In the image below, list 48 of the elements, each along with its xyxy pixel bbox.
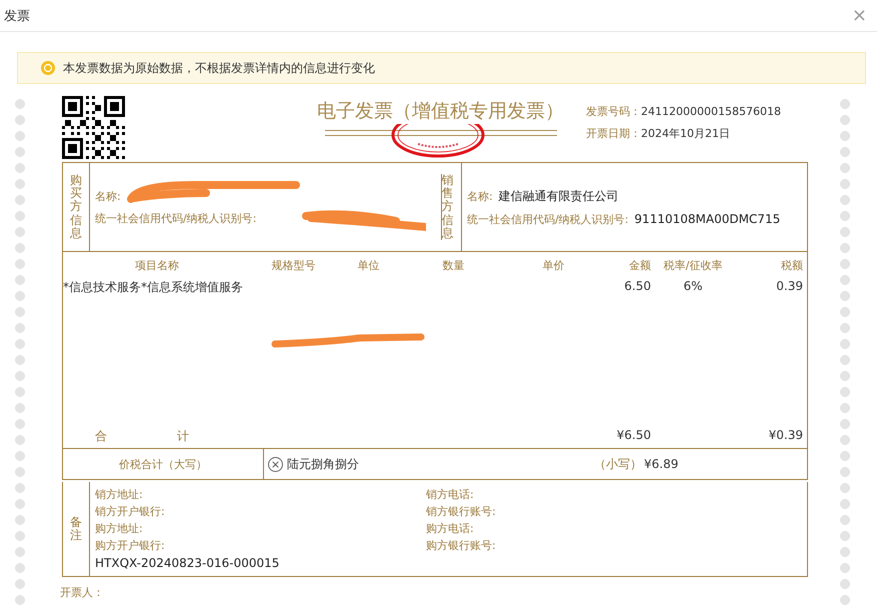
column-header: 数量 [442,258,466,273]
field-label: 购方地址: [95,522,144,535]
column-header: 项目名称 [134,258,180,273]
column-header: 金额 [628,258,652,273]
table-cell-text: 0.39 [775,279,804,295]
remarks-heading: 备注 [70,516,82,542]
close-button[interactable]: × [850,6,869,24]
field-label: 名称: [467,190,493,202]
close-circle-icon: × [268,456,283,472]
table-cell-text: 6% [682,279,704,295]
field-label: 销方地址: [95,488,144,501]
field-label: 销方电话: [426,488,475,501]
amount-in-words: 陆元捌角捌分 [287,456,359,472]
grand-total-amount: ¥6.89 [644,457,678,471]
notice-text: 本发票数据为原始数据，不根据发票详情内的信息进行变化 [63,60,375,76]
field-label: 统一社会信用代码/纳税人识别号: [95,212,256,224]
column-header: 税额 [780,258,804,273]
total-label: 合 [95,428,107,445]
grand-total-label: 价税合计（大写） [119,456,207,472]
field-label: （小写） [594,456,642,472]
field-label: 统一社会信用代码/纳税人识别号: [467,212,628,226]
total-amount: ¥6.50 [616,428,652,444]
column-header: 税率/征收率 [662,258,724,273]
total-tax: ¥0.39 [768,428,804,444]
field-label: 发票号码： [586,105,641,118]
field-value: 建信融通有限责任公司 [498,188,619,202]
issuer-label: 开票人： [60,585,105,600]
field-value: 91110108MA00DMC715 [634,212,780,226]
field-label: 名称: [95,190,121,202]
dialog-title: 发票 [4,8,30,24]
column-header: 单位 [356,258,380,273]
field-label: 开票日期： [586,127,641,140]
field-value: 24112000000158576018 [641,105,781,118]
qr-code [62,96,125,159]
remark-note: HTXQX-20240823-016-000015 [95,557,280,570]
field-value: 2024年10月21日 [641,127,730,140]
field-label: 购方开户银行: [95,539,166,552]
field-label: 购方电话: [426,522,475,535]
field-label: 销方银行账号: [426,505,497,518]
info-icon [41,61,55,75]
party-heading: 购买方信息 [70,174,82,240]
field-label: 销方开户银行: [95,505,166,518]
table-cell-text: 6.50 [623,279,652,295]
column-header: 单价 [542,258,566,273]
field-label: 购方银行账号: [426,539,497,552]
total-label: 计 [177,428,189,445]
column-header: 规格型号 [270,258,316,273]
table-cell-text: *信息技术服务*信息系统增值服务 [63,279,244,296]
